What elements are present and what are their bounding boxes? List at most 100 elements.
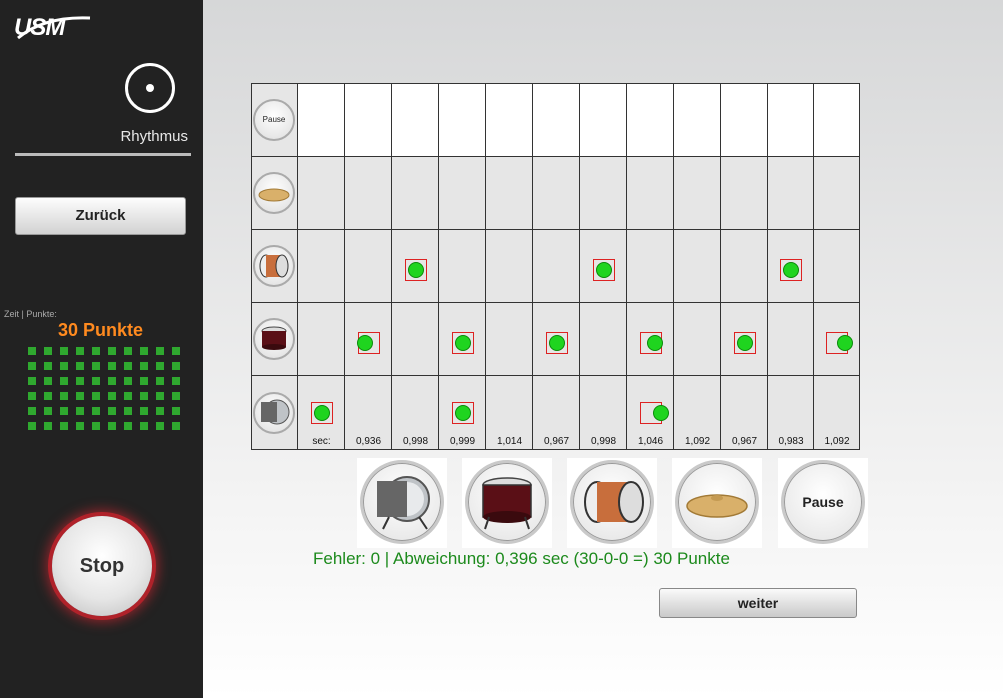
score-dot [92, 347, 100, 355]
row-cymbal-header [251, 157, 298, 230]
snare-pad[interactable] [570, 460, 654, 544]
hit-dot [646, 334, 663, 351]
grid-cell[interactable] [674, 83, 721, 157]
pause-icon: Pause [253, 98, 295, 141]
stop-button[interactable]: Stop [52, 516, 152, 616]
score-dot [44, 392, 52, 400]
bass-drum-icon [377, 476, 430, 530]
grid-cell[interactable] [674, 157, 721, 230]
grid-cell[interactable] [533, 83, 580, 157]
grid-cell[interactable] [533, 230, 580, 303]
rhythm-grid: Pause sec: 0,936 0,998 0,999 1,014 0,967 0,998 1… [251, 83, 860, 450]
tom-icon [253, 318, 295, 360]
bass-drum-pad[interactable] [360, 460, 444, 544]
score-dot [156, 362, 164, 370]
grid-cell[interactable] [768, 303, 814, 376]
timing-label: 1,046 [637, 436, 664, 447]
score-dot [124, 392, 132, 400]
back-button[interactable]: Zurück [15, 197, 186, 235]
hit-dot [548, 334, 565, 351]
grid-cell[interactable] [674, 230, 721, 303]
score-dot [140, 392, 148, 400]
grid-cell[interactable] [627, 230, 674, 303]
score-dot [92, 362, 100, 370]
score-dot [124, 347, 132, 355]
sec-label: sec: [312, 436, 331, 447]
score-dot [156, 407, 164, 415]
grid-cell[interactable] [345, 83, 392, 157]
timing-label: 1,092 [684, 436, 711, 447]
grid-cell[interactable] [580, 83, 627, 157]
cymbal-pad[interactable] [675, 460, 759, 544]
score-dot [28, 347, 36, 355]
grid-cell[interactable] [533, 157, 580, 230]
weiter-button[interactable]: weiter [659, 588, 857, 618]
grid-cell[interactable] [439, 157, 486, 230]
score-dot [60, 422, 68, 430]
score-dot [172, 377, 180, 385]
grid-cell[interactable] [768, 83, 814, 157]
score-dot [76, 347, 84, 355]
timing-label: 1,014 [496, 436, 523, 447]
snare-icon [253, 245, 295, 287]
grid-cell[interactable] [439, 83, 486, 157]
grid-cell[interactable] [721, 230, 768, 303]
score-dot [124, 422, 132, 430]
hit-dot [736, 334, 753, 351]
grid-cell[interactable] [814, 157, 860, 230]
grid-cell[interactable] [486, 230, 533, 303]
tom-pad[interactable] [465, 460, 549, 544]
mode-label: Rhythmus [120, 128, 188, 145]
grid-cell[interactable] [721, 83, 768, 157]
score-dot [124, 407, 132, 415]
snare-icon [584, 481, 644, 523]
grid-cell[interactable] [627, 157, 674, 230]
grid-cell[interactable] [298, 83, 345, 157]
pause-pad[interactable]: Pause [781, 460, 865, 544]
grid-cell[interactable] [298, 157, 345, 230]
hit-dot [356, 334, 373, 351]
score-dot [44, 422, 52, 430]
score-dot [60, 377, 68, 385]
score-dot [28, 422, 36, 430]
grid-cell[interactable] [345, 230, 392, 303]
score-dot [108, 347, 116, 355]
grid-cell[interactable] [814, 230, 860, 303]
score-dot [156, 422, 164, 430]
grid-cell[interactable] [392, 157, 439, 230]
score-dot [60, 407, 68, 415]
score-dot [108, 407, 116, 415]
grid-cell[interactable] [392, 303, 439, 376]
grid-cell[interactable] [298, 303, 345, 376]
grid-cell[interactable] [298, 230, 345, 303]
grid-cell[interactable] [486, 157, 533, 230]
timing-label: 0,936 [355, 436, 382, 447]
score-dot [44, 362, 52, 370]
hit-dot [407, 261, 424, 278]
score-dot [124, 362, 132, 370]
score-dot [76, 422, 84, 430]
score-dot [28, 362, 36, 370]
grid-cell[interactable] [486, 83, 533, 157]
grid-cell[interactable] [627, 83, 674, 157]
score-dot [44, 407, 52, 415]
row-bass-drum-header [251, 376, 298, 450]
score-dot [44, 377, 52, 385]
grid-cell[interactable] [674, 303, 721, 376]
hit-dot [313, 405, 330, 421]
grid-cell[interactable] [580, 157, 627, 230]
grid-cell[interactable] [721, 157, 768, 230]
row-snare-header [251, 230, 298, 303]
grid-cell[interactable] [345, 157, 392, 230]
grid-cell[interactable] [580, 303, 627, 376]
score-dot [172, 362, 180, 370]
score-dot [28, 377, 36, 385]
grid-cell[interactable] [814, 83, 860, 157]
grid-cell[interactable] [768, 157, 814, 230]
score-dot [76, 407, 84, 415]
score-dot [156, 392, 164, 400]
grid-cell[interactable] [439, 230, 486, 303]
score-dot [92, 392, 100, 400]
grid-cell[interactable] [486, 303, 533, 376]
grid-cell[interactable] [392, 83, 439, 157]
